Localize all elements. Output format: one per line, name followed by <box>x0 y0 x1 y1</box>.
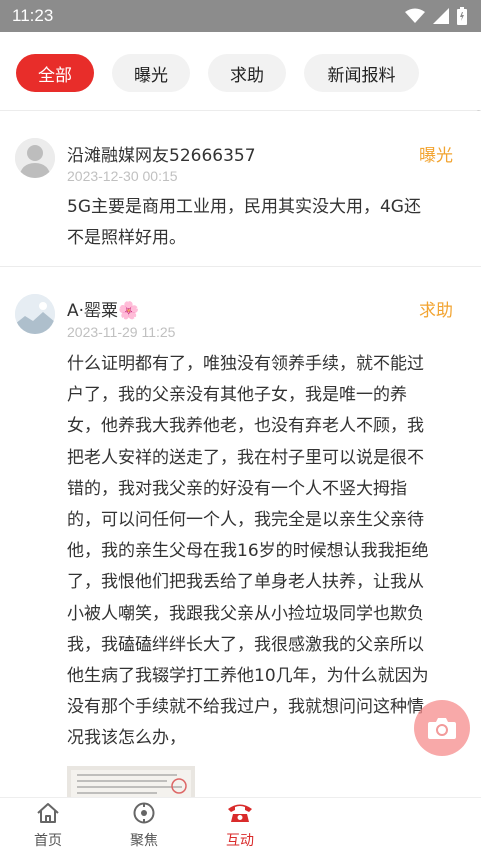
content-line: 没有那个手续就不给我过户，我就想问问这种情 <box>67 697 424 718</box>
post-category-tag: 求助 <box>419 301 453 321</box>
content-line: 5G主要是商用工业用，民用其实没大用，4G还 <box>67 197 421 217</box>
post-author[interactable]: 沿滩融媒网友52666357 <box>67 141 256 166</box>
post-category-tag: 曝光 <box>419 146 453 166</box>
content-line: 什么证明都有了，唯独没有领养手续，就不能过 <box>67 354 424 374</box>
avatar[interactable] <box>15 138 55 178</box>
content-line: 把老人安祥的送走了，我在村子里可以说是很不 <box>67 447 424 468</box>
camera-button[interactable] <box>414 700 470 756</box>
post-item[interactable]: 沿滩融媒网友52666357 2023-12-30 00:15 曝光 5G主要是… <box>0 111 481 266</box>
content-line: 了，我恨他们把我丢给了单身老人扶养，让我从 <box>67 572 424 593</box>
tab-all[interactable]: 全部 <box>16 54 94 92</box>
content-line: 况我该怎么办， <box>67 728 186 749</box>
tab-help[interactable]: 求助 <box>208 54 286 92</box>
avatar-image <box>15 294 55 334</box>
post-content: 什么证明都有了，唯独没有领养手续，就不能过 户了，我的父亲没有其他子女，我是唯一… <box>67 349 465 755</box>
home-icon <box>37 803 59 823</box>
content-line: 小被人嘲笑，我跟我父亲从小捡垃圾同学也欺负 <box>67 603 424 624</box>
nav-home-label: 首页 <box>34 833 62 849</box>
content-line: 错的，我对我父亲的好没有一个人不竖大拇指 <box>67 478 407 499</box>
status-icons <box>405 7 467 25</box>
post-date: 2023-12-30 00:15 <box>67 168 178 184</box>
focus-icon <box>133 802 155 824</box>
content-line: 户了，我的父亲没有其他子女，我是唯一的养 <box>67 385 407 406</box>
content-line: 他生病了我辍学打工养他10几年，为什么就因为 <box>67 666 429 687</box>
content-line: 的，可以问任何一个人，我完全是以亲生父亲待 <box>67 510 424 531</box>
post-date: 2023-11-29 11:25 <box>67 324 176 340</box>
content-line: 我，我磕磕绊绊长大了，我很感激我的父亲所以 <box>67 634 424 655</box>
post-content: 5G主要是商用工业用，民用其实没大用，4G还 不是照样好用。 <box>67 192 465 254</box>
status-time: 11:23 <box>12 6 54 25</box>
tab-exposure[interactable]: 曝光 <box>112 54 190 92</box>
bottom-nav: 首页 聚焦 互动 <box>0 797 481 856</box>
content-line: 他，我的亲生父母在我16岁的时候想认我我拒绝 <box>67 541 429 562</box>
nav-interaction-label: 互动 <box>226 833 254 849</box>
nav-focus-label: 聚焦 <box>130 833 158 849</box>
content-line: 不是照样好用。 <box>67 228 186 249</box>
post-image-thumbnail[interactable] <box>67 766 195 797</box>
default-user-icon <box>15 138 55 178</box>
signal-icon <box>433 8 449 24</box>
wifi-icon <box>405 8 425 23</box>
battery-icon <box>457 7 467 25</box>
filter-tabs: 全部 曝光 求助 新闻报料 <box>0 32 481 111</box>
nav-focus[interactable]: 聚焦 <box>99 802 189 850</box>
phone-icon <box>228 804 252 822</box>
camera-icon <box>428 718 456 739</box>
status-bar: 11:23 <box>0 0 481 32</box>
post-item[interactable]: A·罂粟🌸 2023-11-29 11:25 求助 什么证明都有了，唯独没有领养… <box>0 267 481 797</box>
post-author[interactable]: A·罂粟🌸 <box>67 296 139 321</box>
avatar[interactable] <box>15 294 55 334</box>
nav-home[interactable]: 首页 <box>3 802 93 850</box>
document-photo <box>67 766 195 797</box>
nav-interaction[interactable]: 互动 <box>195 802 285 850</box>
tab-news-tip[interactable]: 新闻报料 <box>304 54 419 92</box>
content-line: 女，他养我大我养他老，也没有弃老人不顾，我 <box>67 416 424 437</box>
